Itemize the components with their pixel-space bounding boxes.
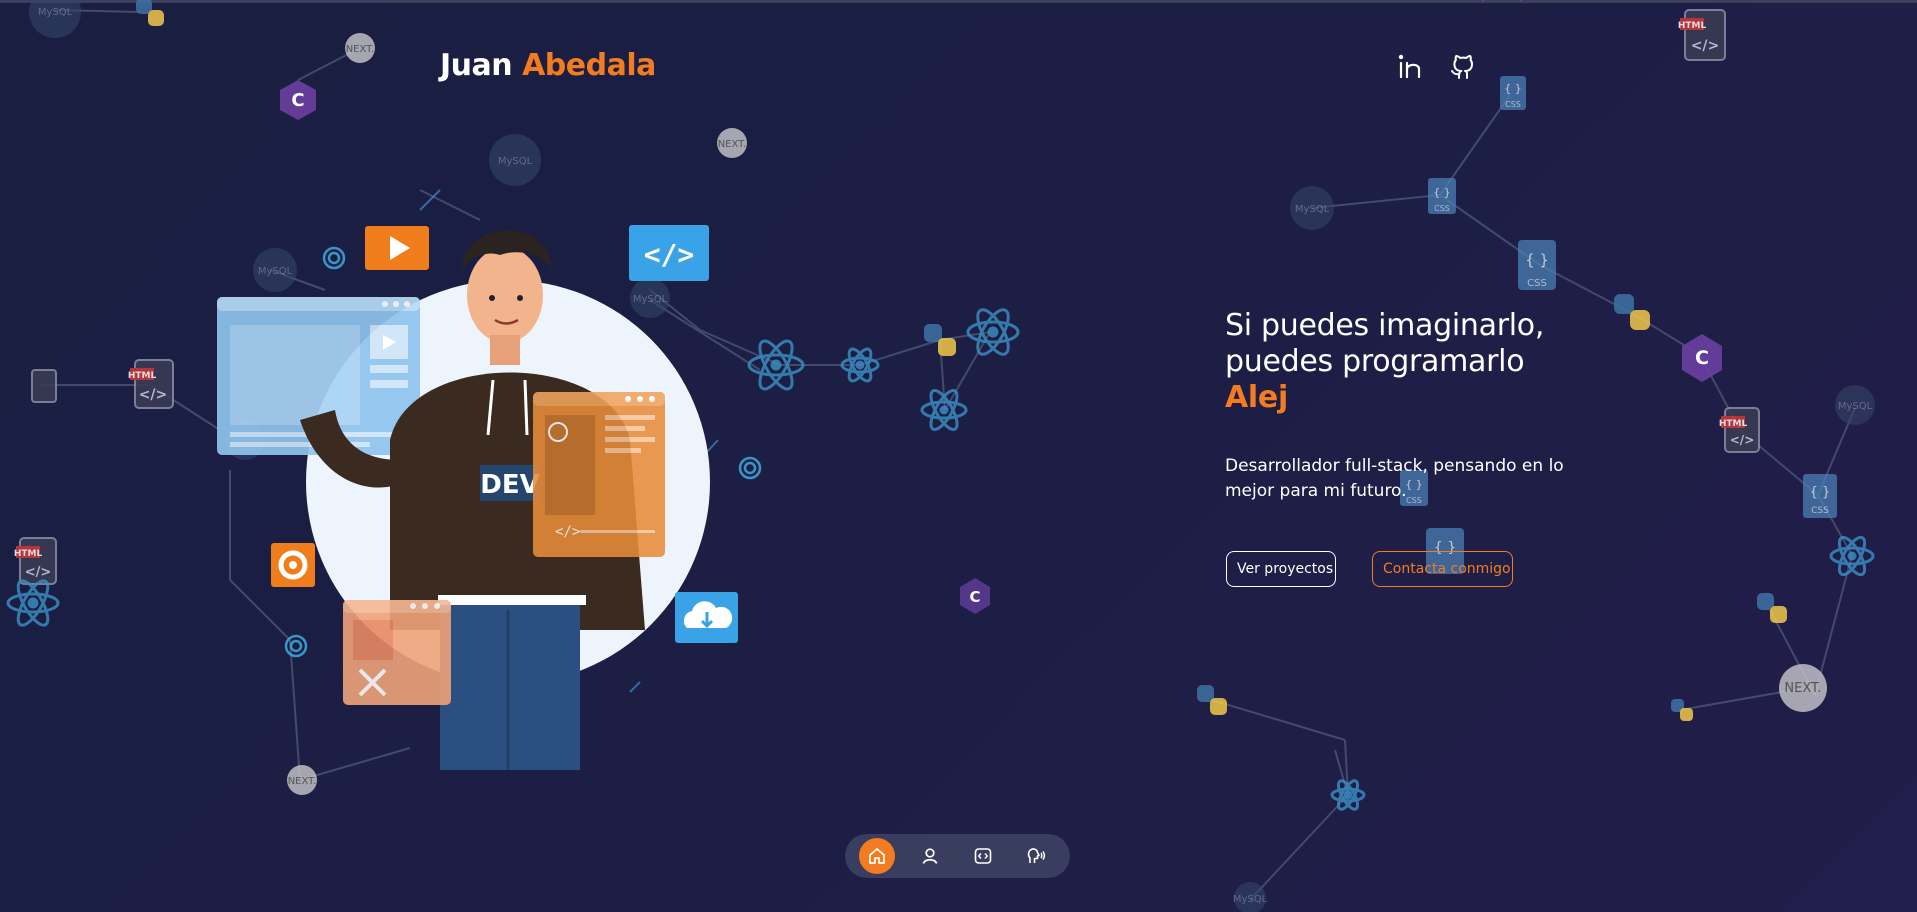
svg-text:HTML: HTML [1719,419,1748,429]
linkedin-link[interactable] [1395,52,1425,82]
headline-line-1: Si puedes imaginarlo, [1225,308,1545,343]
svg-text:HTML: HTML [128,371,157,381]
dock-item-home[interactable] [859,838,895,874]
mysql-icon: MySQL [498,156,533,167]
speaking-icon [1027,848,1046,863]
svg-text:</>: </> [139,387,168,403]
hero-text-block: Si puedes imaginarlo, puedes programarlo… [1225,308,1645,504]
dock-item-about[interactable] [912,838,948,874]
mysql-icon: MySQL [1233,894,1268,905]
nextjs-icon: NEXT. [346,44,375,55]
svg-text:</>: </> [1730,433,1755,447]
svg-text:</>: </> [25,565,52,580]
brand-last-name: Abedala [522,48,656,83]
hero-headline: Si puedes imaginarlo, puedes programarlo… [1225,308,1645,416]
dev-label: DEV [480,470,539,500]
developer-illustration: </> DEV </> [217,225,738,770]
svg-text:{ }: { } [1525,251,1549,269]
svg-text:CSS: CSS [1434,204,1450,213]
svg-text:C: C [969,588,980,606]
svg-text:{ }: { } [1504,82,1522,95]
linkedin-icon [1398,54,1421,79]
svg-text:C: C [1695,347,1709,369]
mysql-icon: MySQL [1295,204,1330,215]
user-icon [922,848,938,864]
dock-item-contact[interactable] [1018,838,1054,874]
svg-text:HTML: HTML [1678,21,1707,31]
svg-text:</>: </> [644,238,695,271]
svg-text:{ }: { } [1810,485,1831,500]
view-projects-button[interactable]: Ver proyectos [1226,551,1336,587]
mysql-icon: MySQL [1838,401,1873,412]
svg-text:CSS: CSS [1811,506,1829,516]
nextjs-icon: NEXT. [718,139,747,150]
bottom-navigation-dock [845,834,1070,878]
tools-panel [343,600,451,705]
right-browser-panel: </> [533,392,665,557]
dock-item-projects[interactable] [965,838,1001,874]
svg-text:{ }: { } [1433,186,1451,199]
svg-text:HTML: HTML [14,549,43,559]
github-icon [1451,55,1473,79]
svg-text:CSS: CSS [1527,278,1547,289]
brand-first-name: Juan [440,48,513,83]
home-icon [869,848,885,864]
contact-button[interactable]: Contacta conmigo [1372,551,1513,587]
headline-accent-typing: Alej [1225,380,1288,415]
mysql-icon: MySQL [38,7,73,18]
svg-text:CSS: CSS [1505,100,1521,109]
github-link[interactable] [1448,52,1478,82]
svg-text:C: C [291,90,304,111]
brand-logo[interactable]: Juan Abedala [440,48,656,83]
code-icon [974,848,992,864]
svg-text:</>: </> [1691,38,1720,54]
nextjs-icon: NEXT. [1784,681,1821,696]
headline-line-2: puedes programarlo [1225,344,1525,379]
hero-subtitle: Desarrollador full-stack, pensando en lo… [1225,456,1564,501]
svg-text:</>: </> [555,524,580,540]
